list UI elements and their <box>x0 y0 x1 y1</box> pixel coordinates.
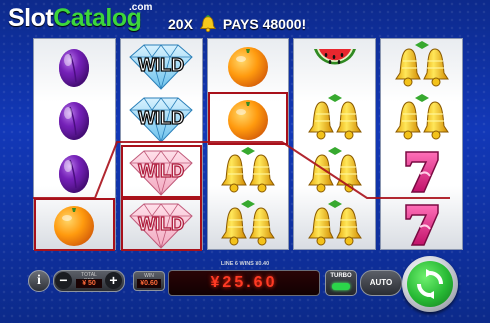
reel-2: WILD WILD WILD WILD <box>119 38 203 251</box>
symbol-bell <box>208 198 289 251</box>
wild-label: WILD <box>138 160 185 181</box>
symbol-plum <box>34 92 115 145</box>
reel-5 <box>380 38 463 250</box>
refresh-icon <box>417 269 443 299</box>
symbol-orange <box>208 39 289 92</box>
turbo-button[interactable]: TURBO <box>325 270 357 296</box>
header-multiplier: 20X <box>168 16 193 32</box>
symbol-bell <box>294 92 375 145</box>
turbo-indicator <box>332 283 350 290</box>
symbol-bell <box>381 92 462 145</box>
win-box: WIN ¥0.60 <box>133 271 165 291</box>
win-value: ¥0.60 <box>137 279 161 288</box>
bet-plus-button[interactable]: + <box>105 272 122 289</box>
spin-button[interactable] <box>402 256 458 312</box>
symbol-watermelon <box>294 39 375 92</box>
bet-minus-button[interactable]: − <box>55 272 72 289</box>
logo-slot-text: Slot <box>8 4 54 32</box>
symbol-seven <box>381 145 462 198</box>
balance-display: ¥25.60 <box>168 270 320 296</box>
info-button[interactable]: i <box>28 270 50 292</box>
symbol-wild-diamond: WILD <box>120 145 202 198</box>
symbol-bell <box>294 145 375 198</box>
symbol-plum <box>34 145 115 198</box>
symbol-wild-diamond: WILD <box>121 39 202 92</box>
line-win-info: LINE 6 WINS ¥0.40 <box>220 261 270 267</box>
symbol-wild-diamond: WILD <box>121 92 202 145</box>
bell-icon <box>199 15 216 33</box>
reel-1 <box>33 38 116 251</box>
bet-value: ¥ 50 <box>76 279 102 288</box>
symbol-bell <box>381 39 462 92</box>
reel-4 <box>293 38 377 251</box>
slotcatalog-logo: SlotCatalog .com <box>8 2 152 34</box>
wild-label: WILD <box>138 213 185 234</box>
symbol-wild-diamond: WILD <box>120 198 202 251</box>
wild-label: WILD <box>138 54 185 75</box>
reels-area: WILD WILD WILD WILD <box>33 38 463 251</box>
header-pays: PAYS 48000! <box>222 16 307 32</box>
spin-button-face <box>407 261 453 307</box>
symbol-bell <box>208 145 289 198</box>
jackpot-header: 20X PAYS 48000! <box>168 13 306 35</box>
symbol-plum <box>34 39 115 92</box>
symbol-orange <box>207 92 289 145</box>
bet-control: − TOTAL BET ¥ 50 + <box>53 270 125 292</box>
symbol-orange <box>34 198 115 251</box>
auto-button[interactable]: AUTO <box>360 270 402 296</box>
wild-label: WILD <box>138 107 185 128</box>
turbo-label: TURBO <box>330 273 352 279</box>
symbol-bell <box>294 198 375 251</box>
symbol-seven <box>381 198 462 251</box>
logo-com-text: .com <box>129 2 153 13</box>
reel-3 <box>206 38 290 251</box>
